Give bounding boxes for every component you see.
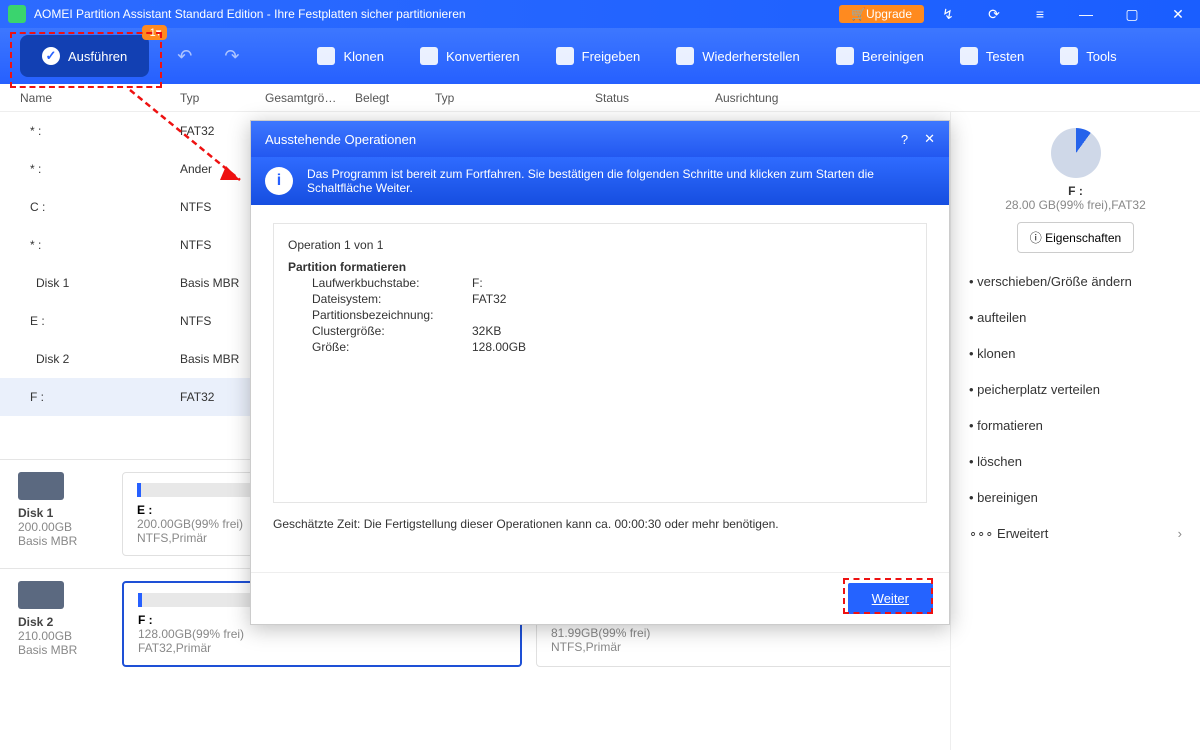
disk2-size: 210.00GB	[18, 629, 108, 643]
clone-button[interactable]: Klonen	[311, 47, 389, 65]
side-operation[interactable]: • formatieren	[967, 407, 1184, 443]
disk1-card[interactable]: Disk 1 200.00GB Basis MBR	[18, 472, 108, 556]
tools-button[interactable]: Tools	[1054, 47, 1122, 65]
convert-icon	[420, 47, 438, 65]
operation-count: Operation 1 von 1	[288, 238, 912, 252]
operation-details: Operation 1 von 1 Partition formatieren …	[273, 223, 927, 503]
modal-title-bar: Ausstehende Operationen ? ✕	[251, 121, 949, 157]
test-icon	[960, 47, 978, 65]
title-bar: AOMEI Partition Assistant Standard Editi…	[0, 0, 1200, 28]
disk1-size: 200.00GB	[18, 520, 108, 534]
side-operation[interactable]: • aufteilen	[967, 299, 1184, 335]
kv-drive-k: Laufwerkbuchstabe:	[312, 276, 472, 290]
info-icon: i	[265, 167, 293, 195]
pending-badge: 1▾	[142, 25, 168, 40]
side-operation[interactable]: • peicherplatz verteilen	[967, 371, 1184, 407]
clone-icon	[317, 47, 335, 65]
modal-close-icon[interactable]: ✕	[924, 131, 935, 147]
share-button[interactable]: Freigeben	[550, 47, 647, 65]
eta-text: Geschätzte Zeit: Die Fertigstellung dies…	[273, 517, 927, 531]
main-toolbar: ✓ Ausführen 1▾ ↶ ↷ Klonen Konvertieren F…	[0, 28, 1200, 84]
column-headers: Name Typ Gesamtgrö… Belegt Typ Status Au…	[0, 84, 1200, 112]
clean-button[interactable]: Bereinigen	[830, 47, 930, 65]
pending-operations-dialog: Ausstehende Operationen ? ✕ i Das Progra…	[250, 120, 950, 625]
disk-icon	[18, 581, 64, 609]
side-operation[interactable]: • klonen	[967, 335, 1184, 371]
test-button[interactable]: Testen	[954, 47, 1030, 65]
panel-info: 28.00 GB(99% frei),FAT32	[967, 198, 1184, 212]
redo-icon[interactable]: ↷	[224, 46, 239, 67]
upgrade-button[interactable]: 🛒 Upgrade	[839, 5, 924, 23]
operation-name: Partition formatieren	[288, 260, 912, 274]
kv-fs-v: FAT32	[472, 292, 506, 306]
side-panel: F : 28.00 GB(99% frei),FAT32 ⓘ Eigenscha…	[950, 112, 1200, 750]
kv-size-k: Größe:	[312, 340, 472, 354]
modal-message: i Das Programm ist bereit zum Fortfahren…	[251, 157, 949, 205]
kv-cluster-k: Clustergröße:	[312, 324, 472, 338]
modal-msg-text: Das Programm ist bereit zum Fortfahren. …	[307, 167, 935, 195]
share-icon	[556, 47, 574, 65]
apply-label: Ausführen	[68, 49, 127, 64]
col-aus[interactable]: Ausrichtung	[715, 84, 845, 111]
menu-icon[interactable]: ≡	[1026, 6, 1054, 23]
side-operation[interactable]: • löschen	[967, 443, 1184, 479]
convert-button[interactable]: Konvertieren	[414, 47, 526, 65]
restore-icon	[676, 47, 694, 65]
side-more[interactable]: ∘∘∘ Erweitert›	[967, 515, 1184, 552]
kv-fs-k: Dateisystem:	[312, 292, 472, 306]
minimize-icon[interactable]: —	[1072, 6, 1100, 23]
close-icon[interactable]: ✕	[1164, 6, 1192, 23]
panel-drive: F :	[967, 184, 1184, 198]
maximize-icon[interactable]: ▢	[1118, 6, 1146, 23]
side-operation[interactable]: • bereinigen	[967, 479, 1184, 515]
window-title: AOMEI Partition Assistant Standard Editi…	[34, 7, 466, 21]
help-icon[interactable]: ?	[901, 132, 908, 147]
disk2-type: Basis MBR	[18, 643, 108, 657]
settings-icon[interactable]: ↯	[934, 6, 962, 23]
kv-size-v: 128.00GB	[472, 340, 526, 354]
refresh-icon[interactable]: ⟳	[980, 6, 1008, 23]
col-size[interactable]: Gesamtgrö…	[265, 84, 355, 111]
disk2-name: Disk 2	[18, 615, 108, 629]
apply-button[interactable]: ✓ Ausführen 1▾	[20, 35, 149, 77]
kv-cluster-v: 32KB	[472, 324, 501, 338]
disk1-name: Disk 1	[18, 506, 108, 520]
col-stat[interactable]: Status	[595, 84, 715, 111]
tools-icon	[1060, 47, 1078, 65]
col-fs[interactable]: Typ	[435, 84, 595, 111]
partition-info: 128.00GB(99% frei)	[138, 627, 506, 641]
app-logo-icon	[8, 5, 26, 23]
col-used[interactable]: Belegt	[355, 84, 435, 111]
next-button[interactable]: Weiter	[848, 583, 933, 614]
clean-icon	[836, 47, 854, 65]
kv-label-k: Partitionsbezeichnung:	[312, 308, 472, 322]
partition-fs: FAT32,Primär	[138, 641, 506, 655]
checkmark-icon: ✓	[42, 47, 60, 65]
modal-title: Ausstehende Operationen	[265, 132, 416, 147]
col-typ[interactable]: Typ	[180, 84, 265, 111]
pie-chart-icon	[1051, 128, 1101, 178]
col-name[interactable]: Name	[20, 84, 180, 111]
side-operation[interactable]: • verschieben/Größe ändern	[967, 263, 1184, 299]
kv-drive-v: F:	[472, 276, 483, 290]
disk-icon	[18, 472, 64, 500]
disk1-type: Basis MBR	[18, 534, 108, 548]
properties-button[interactable]: ⓘ Eigenschaften	[1017, 222, 1134, 253]
undo-icon[interactable]: ↶	[177, 46, 192, 67]
restore-button[interactable]: Wiederherstellen	[670, 47, 806, 65]
disk2-card[interactable]: Disk 2 210.00GB Basis MBR	[18, 581, 108, 667]
